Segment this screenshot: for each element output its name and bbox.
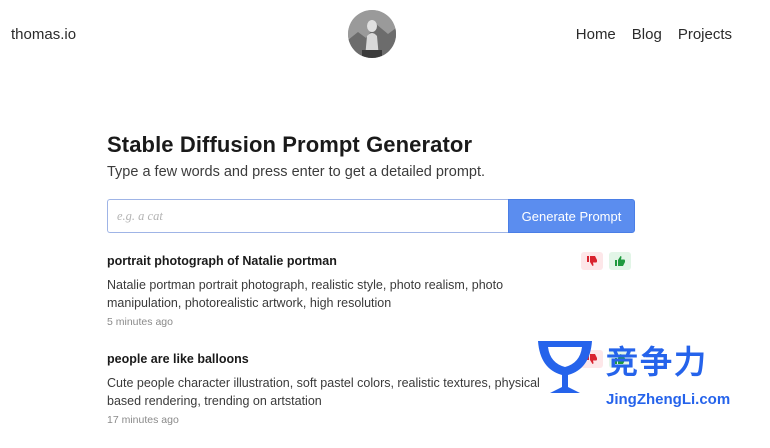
avatar[interactable] [348, 10, 396, 58]
watermark: 竞争力 JingZhengLi.com [528, 335, 768, 415]
result-item: portrait photograph of Natalie portman N… [107, 252, 635, 328]
result-timestamp: 17 minutes ago [107, 414, 179, 426]
trophy-icon [538, 341, 592, 393]
site-brand-link[interactable]: thomas.io [11, 26, 76, 43]
generate-prompt-button[interactable]: Generate Prompt [508, 199, 635, 233]
watermark-cn-text: 竞争力 [606, 344, 709, 380]
nav-home-link[interactable]: Home [576, 26, 616, 43]
page-title: Stable Diffusion Prompt Generator [107, 132, 473, 157]
main-nav: Home Blog Projects [576, 26, 732, 43]
thumbs-down-icon[interactable] [581, 252, 603, 270]
nav-projects-link[interactable]: Projects [678, 26, 732, 43]
prompt-form: Generate Prompt [107, 199, 635, 233]
result-timestamp: 5 minutes ago [107, 316, 173, 328]
result-prompt[interactable]: Cute people character illustration, soft… [107, 374, 577, 410]
thumbs-up-icon[interactable] [609, 252, 631, 270]
prompt-input[interactable] [107, 199, 508, 233]
result-title: portrait photograph of Natalie portman [107, 254, 337, 268]
vote-controls [581, 252, 631, 270]
avatar-image [348, 10, 396, 58]
page-subtitle: Type a few words and press enter to get … [107, 164, 486, 180]
watermark-en-text: JingZhengLi.com [606, 391, 731, 408]
result-prompt[interactable]: Natalie portman portrait photograph, rea… [107, 276, 577, 312]
nav-blog-link[interactable]: Blog [632, 26, 662, 43]
